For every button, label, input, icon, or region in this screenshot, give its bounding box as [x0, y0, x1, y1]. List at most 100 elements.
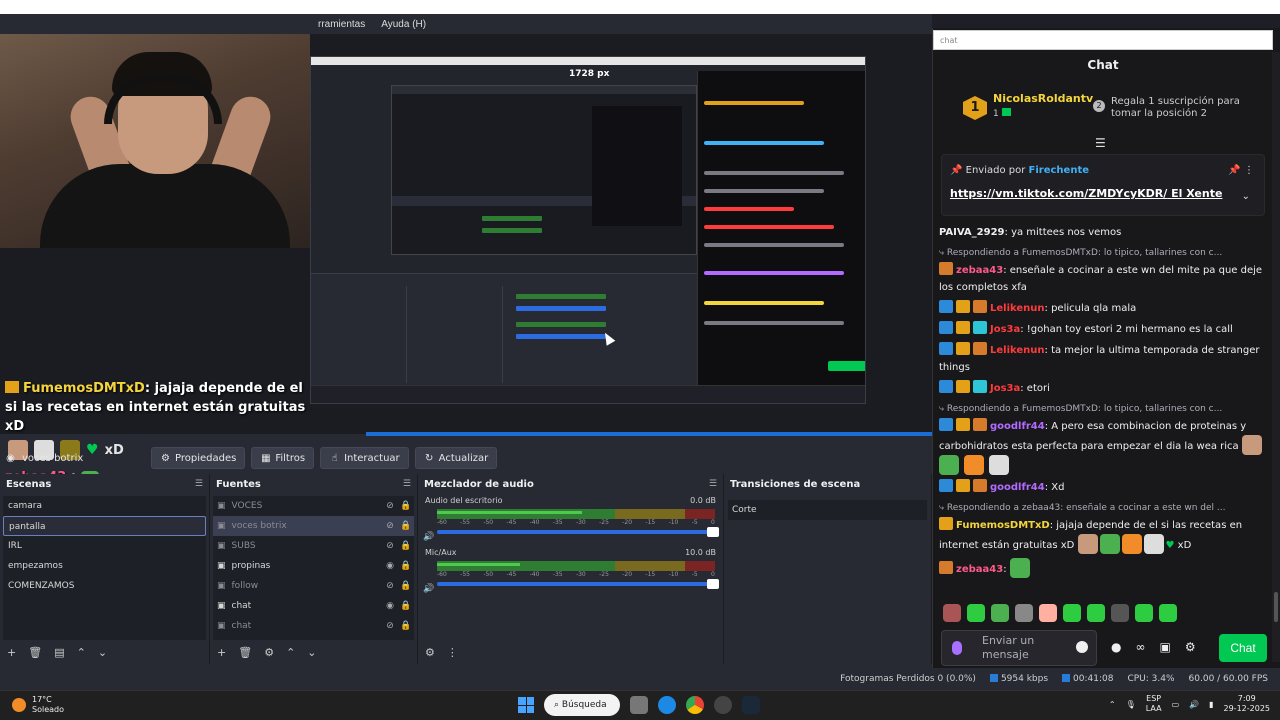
transition-select[interactable]: Corte: [728, 500, 927, 520]
chat-message[interactable]: ⤷ Respondiendo a zebaa43: enseñale a coc…: [939, 500, 1269, 554]
chat-username[interactable]: Lelikenun: [990, 303, 1045, 314]
scene-item[interactable]: IRL: [3, 536, 206, 556]
eye-hidden-icon[interactable]: ⊘: [382, 541, 398, 551]
arrow-down-icon[interactable]: ⌄: [98, 646, 107, 659]
chat-message[interactable]: Jos3a: etori: [939, 380, 1269, 397]
trash-icon[interactable]: 🗑: [238, 646, 252, 659]
slider-knob[interactable]: [707, 579, 719, 589]
leader-name[interactable]: NicolasRoldantv: [993, 92, 1093, 105]
gift-icon[interactable]: ▣: [1159, 640, 1170, 654]
lock-icon[interactable]: 🔒: [398, 621, 414, 631]
source-item[interactable]: ▣ propinas ◉ 🔒: [213, 556, 414, 576]
chat-message[interactable]: zebaa43:: [939, 558, 1269, 578]
emote-icon[interactable]: [967, 604, 985, 622]
obs-icon[interactable]: [714, 696, 732, 714]
advanced-audio-icon[interactable]: ⚙: [425, 646, 435, 659]
arrow-up-icon[interactable]: ⌃: [286, 646, 295, 659]
taskbar-search[interactable]: ⌕ Búsqueda: [544, 694, 620, 716]
chat-message[interactable]: Jos3a: !gohan toy estori 2 mi hermano es…: [939, 321, 1269, 338]
interact-button[interactable]: ☝ Interactuar: [320, 447, 409, 469]
volume-icon[interactable]: 🔊: [1189, 700, 1199, 709]
pin-icon[interactable]: 📌 ⋮: [1228, 165, 1254, 176]
properties-button[interactable]: ⚙ Propiedades: [151, 447, 246, 469]
chat-message[interactable]: ⤷ Respondiendo a FumemosDMTxD: lo tipico…: [939, 245, 1269, 296]
volume-slider[interactable]: [437, 527, 719, 537]
preview-canvas[interactable]: 1728 px FumemosDMTxD: jajaja depende de …: [0, 34, 932, 487]
source-item[interactable]: ▣ VOCES ⊘ 🔒: [213, 496, 414, 516]
chevron-down-icon[interactable]: ⌄: [1242, 191, 1250, 202]
source-item[interactable]: ▣ chat ◉ 🔒: [213, 596, 414, 616]
emote-icon[interactable]: [943, 604, 961, 622]
emote-icon[interactable]: [1015, 604, 1033, 622]
source-item[interactable]: ▣ follow ⊘ 🔒: [213, 576, 414, 596]
chat-username[interactable]: zebaa43: [956, 265, 1003, 276]
eye-icon[interactable]: ◉: [382, 561, 398, 571]
chat-username[interactable]: PAIVA_2929: [939, 227, 1005, 238]
source-item[interactable]: ▣ SUBS ⊘ 🔒: [213, 536, 414, 556]
chat-message[interactable]: Lelikenun: pelicula qla mala: [939, 300, 1269, 317]
dock-menu-icon[interactable]: ☰: [709, 479, 717, 489]
emote-icon[interactable]: [1087, 604, 1105, 622]
pinned-link[interactable]: https://vm.tiktok.com/ZMDYcyKDR/ El Xent…: [950, 187, 1222, 200]
chat-username[interactable]: goodlfr44: [990, 482, 1045, 493]
speaker-icon[interactable]: 🔊: [423, 532, 434, 542]
eye-hidden-icon[interactable]: ⊘: [382, 521, 398, 531]
emoji-icon[interactable]: [1076, 641, 1088, 653]
network-icon[interactable]: ▭: [1172, 700, 1180, 709]
infinity-icon[interactable]: ∞: [1135, 640, 1145, 654]
dock-menu-icon[interactable]: ☰: [403, 479, 411, 489]
chevron-up-icon[interactable]: ⌃: [1109, 700, 1116, 709]
chat-message[interactable]: ⤷ Respondiendo a FumemosDMTxD: lo tipico…: [939, 401, 1269, 475]
preview-scrollbar[interactable]: [366, 432, 932, 436]
trash-icon[interactable]: 🗑: [28, 646, 42, 659]
lock-icon[interactable]: 🔒: [398, 521, 414, 531]
arrow-down-icon[interactable]: ⌄: [307, 646, 316, 659]
lock-icon[interactable]: 🔒: [398, 541, 414, 551]
emote-icon[interactable]: [1135, 604, 1153, 622]
windows-start-icon[interactable]: [518, 697, 534, 713]
chat-username[interactable]: Jos3a: [990, 383, 1020, 394]
edge-icon[interactable]: [658, 696, 676, 714]
more-icon[interactable]: ⋮: [447, 646, 458, 659]
add-icon[interactable]: +: [217, 646, 226, 659]
volume-slider[interactable]: [437, 579, 719, 589]
weather-widget[interactable]: 17°C Soleado: [12, 695, 64, 715]
battery-icon[interactable]: ▮: [1209, 700, 1213, 709]
chat-message[interactable]: Lelikenun: ta mejor la ultima temporada …: [939, 342, 1269, 376]
collapse-icon[interactable]: ☰: [1095, 136, 1109, 150]
gear-icon[interactable]: ⚙: [1185, 640, 1196, 654]
chat-message[interactable]: PAIVA_2929: ya mittees nos vemos: [939, 224, 1269, 241]
language-indicator[interactable]: ESP LAA: [1146, 694, 1162, 714]
eye-hidden-icon[interactable]: ⊘: [382, 501, 398, 511]
eye-hidden-icon[interactable]: ⊘: [382, 621, 398, 631]
source-item[interactable]: ▣ voces botrix ⊘ 🔒: [213, 516, 414, 536]
chat-username[interactable]: Lelikenun: [990, 345, 1045, 356]
chrome-icon[interactable]: [686, 696, 704, 714]
eye-hidden-icon[interactable]: ⊘: [382, 581, 398, 591]
chat-input[interactable]: Enviar un mensaje: [941, 630, 1097, 666]
refresh-button[interactable]: ↻ Actualizar: [414, 447, 498, 469]
arrow-up-icon[interactable]: ⌃: [77, 646, 86, 659]
emote-icon[interactable]: [1159, 604, 1177, 622]
filters-button[interactable]: ▦ Filtros: [251, 447, 315, 469]
emote-icon[interactable]: [1039, 604, 1057, 622]
emote-icon[interactable]: [1063, 604, 1081, 622]
menu-tools[interactable]: rramientas: [310, 19, 373, 30]
lock-icon[interactable]: 🔒: [398, 601, 414, 611]
lock-icon[interactable]: 🔒: [398, 561, 414, 571]
task-view-icon[interactable]: [630, 696, 648, 714]
microphone-icon[interactable]: [952, 641, 962, 655]
scene-item[interactable]: camara: [3, 496, 206, 516]
chat-username[interactable]: Jos3a: [990, 324, 1020, 335]
menu-help[interactable]: Ayuda (H): [373, 19, 434, 30]
dock-menu-icon[interactable]: ☰: [195, 479, 203, 489]
lock-icon[interactable]: 🔒: [398, 581, 414, 591]
add-icon[interactable]: +: [7, 646, 16, 659]
clock[interactable]: 7:09 29-12-2025: [1224, 694, 1271, 714]
speaker-icon[interactable]: 🔊: [423, 584, 434, 594]
emote-icon[interactable]: [991, 604, 1009, 622]
slider-knob[interactable]: [707, 527, 719, 537]
filter-icon[interactable]: ▤: [54, 646, 64, 659]
scene-item[interactable]: empezamos: [3, 556, 206, 576]
chat-scrollbar[interactable]: [1272, 52, 1280, 662]
